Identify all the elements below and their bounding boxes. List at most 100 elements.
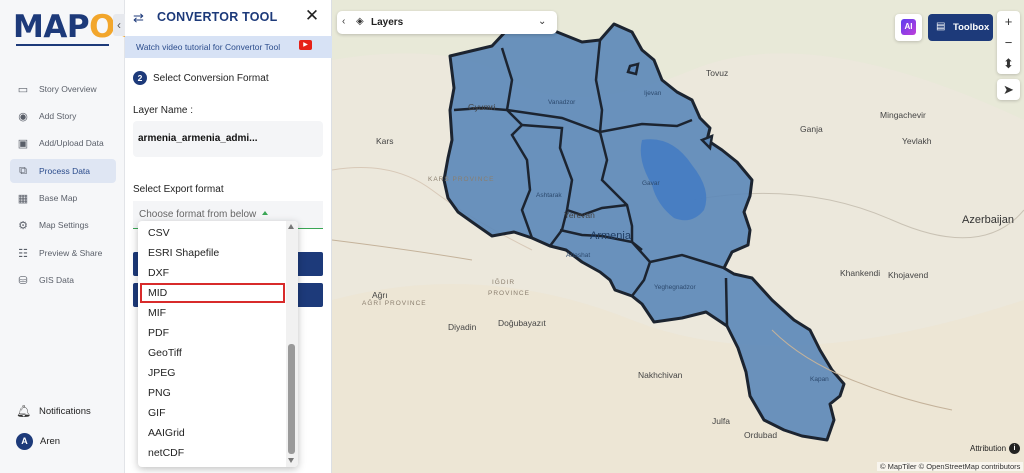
compass-icon[interactable]: ⬍ [997,53,1020,74]
map-label: Gyumri [468,102,496,112]
database-icon: ⛁ [18,274,28,287]
zoom-out-button[interactable]: − [997,32,1020,53]
map-label: Ordubad [744,430,778,440]
map-label: Julfa [712,416,730,426]
scrollbar-thumb[interactable] [288,344,295,454]
briefcase-icon: ▤ [936,21,946,32]
dropdown-option[interactable]: MIF [138,303,286,323]
map-label: Gavar [642,180,660,187]
dropdown-option[interactable]: ESRI Shapefile [138,243,286,263]
map-label: Khankendi [840,268,881,278]
dropdown-option[interactable]: PDF [138,323,286,343]
chevron-left-icon[interactable]: ‹ [342,16,345,27]
chevron-down-icon[interactable]: ⌄ [538,16,546,27]
map-label: Mingachevir [880,110,926,120]
nav-label: Base Map [39,193,78,203]
dropdown-option[interactable]: PNG [138,383,286,403]
dropdown-option[interactable]: JPEG [138,363,286,383]
attribution-label: Attribution [970,444,1007,453]
ai-button[interactable]: AI [895,14,922,41]
nav-item-base-map[interactable]: ▦ Base Map [10,186,116,210]
notifications-button[interactable]: 🔔︎ Notifications [16,404,91,418]
map-icon: ▭ [17,83,29,96]
map-label: Kars [376,136,394,146]
map-label: KARS PROVINCE [428,176,495,183]
map-label: Kapan [810,376,829,383]
map-label: Yerevan [564,210,595,220]
nav-label: Story Overview [39,84,97,94]
map-label: Doğubayazıt [498,318,546,328]
step-heading: 2 Select Conversion Format [133,71,269,85]
map-copyright: © MapTiler © OpenStreetMap contributors [877,462,1024,471]
map-label: Artashat [566,252,591,259]
tutorial-link[interactable]: Watch video tutorial for Convertor Tool … [125,36,332,58]
layer-name-field[interactable]: armenia_armenia_admi... [133,121,323,157]
layers-icon: ◈ [356,16,364,27]
map-graphics [332,0,1024,473]
nav-label: Process Data [39,166,91,176]
left-nav: MAPOG ‹ ▭Story Overview ◉Add Story ▣Add/… [0,0,140,473]
nav-label: Map Settings [39,220,89,230]
dropdown-option[interactable]: AAIGrid [138,423,286,443]
dropdown-option[interactable]: DXF [138,263,286,283]
map-label: Yevlakh [902,136,932,146]
map-label: Yeghegnadzor [654,284,696,291]
nav-item-add-story[interactable]: ◉ Add Story [10,104,116,128]
youtube-icon: ▶ [299,40,312,50]
bell-icon: 🔔︎ [16,404,32,418]
map-label: Ağrı [372,290,388,300]
nav-label: Add/Upload Data [39,138,104,148]
avatar: A [16,433,33,450]
nav-item-gis-data[interactable]: ⛁ GIS Data [10,268,116,292]
export-format-label: Select Export format [133,184,224,195]
scroll-up-icon[interactable] [288,224,294,229]
map-label: IĞDIR [492,279,516,286]
locate-button[interactable]: ➤ [997,79,1020,100]
nav-label: Add Story [39,111,77,121]
user-profile[interactable]: A Aren [16,433,60,450]
map-label: Azerbaijan [962,214,1014,226]
close-button[interactable]: ✕ [302,6,322,26]
dropdown-option[interactable]: GIF [138,403,286,423]
chevron-left-icon[interactable]: ‹ [113,14,125,36]
nav-item-add-upload-data[interactable]: ▣ Add/Upload Data [10,131,116,155]
map-label: Vanadzor [548,99,576,106]
layer-name-value: armenia_armenia_admi... [138,133,258,144]
nav-item-process-data[interactable]: ⧉ Process Data [10,159,116,183]
enclave [626,62,640,76]
notifications-label: Notifications [39,405,91,417]
info-icon: i [1009,443,1021,454]
dropdown-option[interactable]: netCDF [138,443,286,463]
zoom-in-button[interactable]: + [997,11,1020,32]
dropdown-option[interactable]: GeoTiff [138,343,286,363]
toolbox-button[interactable]: ▤ Toolbox [928,14,993,41]
map-label: Tovuz [706,68,729,78]
tutorial-label: Watch video tutorial for Convertor Tool [136,42,281,52]
map-label: Ijevan [644,90,662,97]
dropdown-option-highlighted[interactable]: MID [140,283,285,303]
attribution-button[interactable]: Attribution i [970,443,1021,454]
scroll-down-icon[interactable] [288,458,294,463]
basemap-icon: ▦ [17,192,29,205]
process-icon: ⧉ [19,164,27,177]
map-label: AĞRI PROVINCE [362,300,427,307]
region-border [724,277,729,327]
nav-label: Preview & Share [39,248,103,258]
step-number: 2 [133,71,147,85]
nav-item-story-overview[interactable]: ▭ Story Overview [10,77,116,101]
map-label: Ashtarak [536,192,562,199]
map-label: Nakhchivan [638,370,683,380]
dropdown-option[interactable]: CSV [138,223,286,243]
map-label: Ganja [800,124,823,134]
nav-item-preview-share[interactable]: ☷ Preview & Share [10,241,116,265]
nav-item-map-settings[interactable]: ⚙ Map Settings [10,213,116,237]
pin-icon: ◉ [18,110,28,123]
upload-icon: ▣ [17,137,29,150]
convert-tool-icon: ⇄ [133,10,144,25]
export-format-placeholder: Choose format from below [139,209,257,220]
panel-title: CONVERTOR TOOL [157,10,278,24]
map-canvas[interactable]: Gyumri Vanadzor Ijevan Tovuz Ganja Minga… [332,0,1024,473]
locate-icon: ➤ [1003,82,1014,97]
layers-dropdown[interactable]: ‹ ◈ Layers ⌄ [337,11,557,34]
layer-name-label: Layer Name : [133,105,194,116]
